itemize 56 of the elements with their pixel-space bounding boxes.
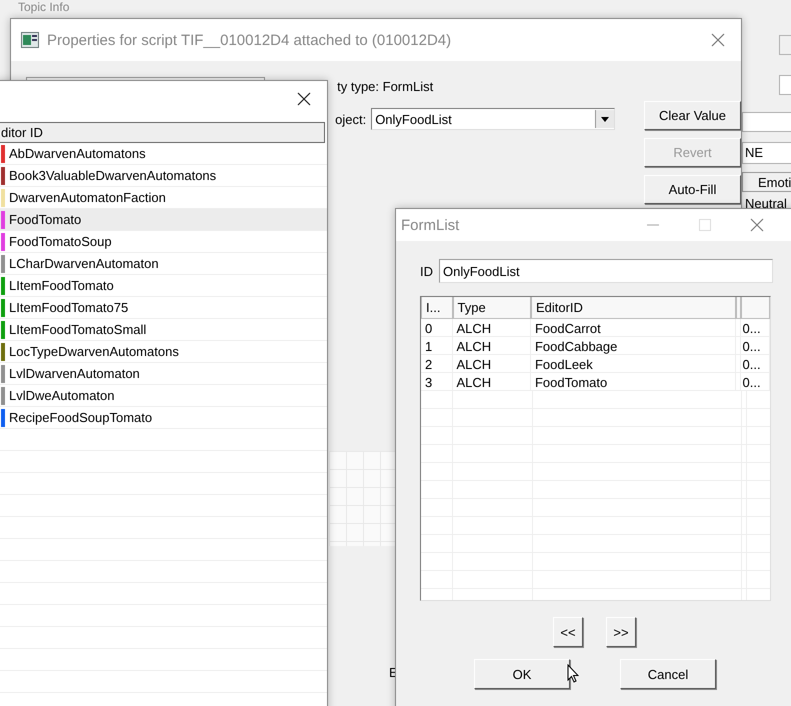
list-item[interactable]: LvlDwarvenAutomaton	[0, 363, 327, 385]
column-header[interactable]: I...	[421, 297, 453, 319]
text-field[interactable]	[742, 112, 791, 132]
id-field[interactable]: OnlyFoodList	[439, 259, 773, 283]
id-label: ID	[420, 264, 433, 278]
list-item[interactable]: RecipeFoodSoupTomato	[0, 407, 327, 429]
window-title: Properties for script TIF__010012D4 attached to (010012D4)	[47, 32, 452, 48]
list-item[interactable]: Book3ValuableDwarvenAutomatons	[0, 165, 327, 187]
window-title: FormList	[401, 216, 460, 234]
column-header[interactable]: Type	[452, 297, 531, 319]
table-cell: FoodCarrot	[530, 319, 736, 337]
table-cell: FoodLeek	[530, 355, 736, 373]
window-icon	[21, 32, 39, 48]
list-item[interactable]: FoodTomato	[0, 209, 327, 231]
table-cell: FoodCabbage	[530, 337, 736, 355]
property-type-label: ty type: FormList	[336, 79, 434, 94]
list-item[interactable]: DwarvenAutomatonFaction	[0, 187, 327, 209]
dialog-button[interactable]: Cancel	[620, 659, 716, 689]
list-item[interactable]: LvlDweAutomaton	[0, 385, 327, 407]
table-cell: 3	[421, 373, 452, 391]
list-item[interactable]: LItemFoodTomato75	[0, 297, 327, 319]
object-label: oject:	[335, 112, 366, 126]
column-header[interactable]: Emoti	[742, 172, 791, 192]
table-cell: ALCH	[452, 319, 531, 337]
table-cell: 0...	[740, 319, 770, 337]
table-cell: FoodTomato	[530, 373, 736, 391]
object-dropdown[interactable]: OnlyFoodList	[371, 108, 616, 130]
table-cell: Neutral	[745, 196, 787, 211]
list-item[interactable]: LocTypeDwarvenAutomatons	[0, 341, 327, 363]
table-cell: 2	[421, 355, 452, 373]
table-cell: 0	[421, 319, 452, 337]
table-cell: ALCH	[452, 337, 531, 355]
dialog-button[interactable]: OK	[474, 659, 570, 689]
table-cell: 0...	[740, 373, 770, 391]
list-item[interactable]: LItemFoodTomato	[0, 275, 327, 297]
list-item[interactable]: LCharDwarvenAutomaton	[0, 253, 327, 275]
list-item[interactable]: AbDwarvenAutomatons	[0, 143, 327, 165]
text-field[interactable]: NE	[742, 142, 791, 164]
column-header[interactable]: EditorID	[530, 297, 736, 319]
maximize-icon[interactable]	[698, 218, 712, 232]
column-header[interactable]	[740, 297, 770, 319]
mouse-cursor-icon	[567, 664, 579, 683]
table-cell: ALCH	[452, 373, 531, 391]
list-item[interactable]: LItemFoodTomatoSmall	[0, 319, 327, 341]
move-button[interactable]: >>	[606, 617, 636, 647]
list-item[interactable]: FoodTomatoSoup	[0, 231, 327, 253]
table-cell: 0...	[740, 355, 770, 373]
table-cell: 0...	[740, 337, 770, 355]
close-icon[interactable]	[297, 92, 311, 106]
window-title: Topic Info	[18, 0, 70, 14]
move-button[interactable]: <<	[553, 617, 583, 647]
dialog-button[interactable]: Auto-Fill	[644, 175, 741, 204]
dialog-button[interactable]: Clear Value	[644, 101, 741, 130]
column-header[interactable]: ditor ID	[0, 122, 325, 143]
table-cell: ALCH	[452, 355, 531, 373]
table-cell: 1	[421, 337, 452, 355]
